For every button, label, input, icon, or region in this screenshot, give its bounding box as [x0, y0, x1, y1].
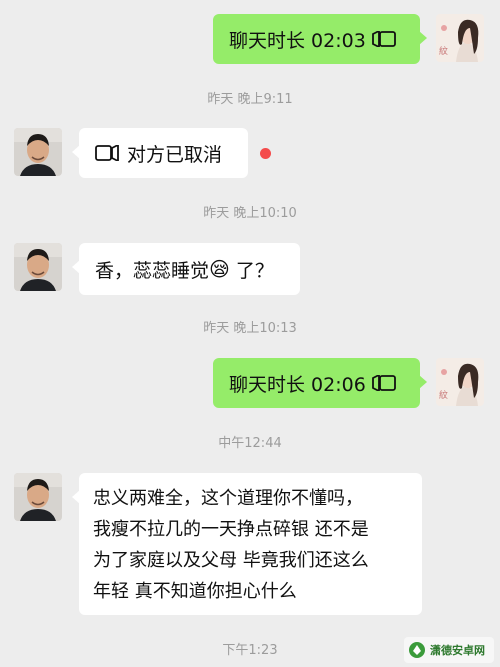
message-text-suffix: 了？	[229, 259, 274, 282]
watermark-logo-icon	[409, 642, 425, 658]
contact-avatar[interactable]	[14, 128, 62, 176]
sent-call-bubble[interactable]: 聊天时长 02:03	[213, 14, 427, 64]
received-call-bubble[interactable]: 对方已取消	[72, 128, 248, 178]
unread-dot	[260, 148, 271, 159]
site-watermark: 潇德安卓网	[404, 637, 494, 663]
received-text-bubble[interactable]: 香，蕊蕊睡觉 😪 了？	[72, 243, 300, 295]
contact-avatar[interactable]	[14, 243, 62, 291]
my-avatar[interactable]: 紋	[436, 358, 484, 406]
received-long-text-bubble[interactable]: 忠义两难全，这个道理你不懂吗， 我瘦不拉几的一天挣点碎银 还不是 为了家庭以及父…	[72, 473, 422, 615]
avatar-caption: 紋	[439, 391, 449, 401]
contact-avatar[interactable]	[14, 473, 62, 521]
video-call-icon	[371, 375, 396, 391]
my-avatar[interactable]: 紋	[436, 14, 484, 62]
message-text: 香，蕊蕊睡觉	[95, 259, 210, 282]
video-call-icon	[95, 145, 119, 161]
call-duration-text: 聊天时长 02:03	[229, 29, 366, 52]
timestamp: 昨天 晚上9:11	[207, 92, 293, 107]
call-cancelled-text: 对方已取消	[127, 143, 223, 166]
message-line: 年轻 真不知道你担心什么	[93, 581, 297, 602]
call-duration-text: 聊天时长 02:06	[229, 373, 366, 396]
message-line: 为了家庭以及父母 毕竟我们还这么	[93, 550, 369, 571]
sent-call-bubble[interactable]: 聊天时长 02:06	[213, 358, 427, 408]
avatar-caption: 紋	[439, 47, 449, 57]
watermark-text: 潇德安卓网	[430, 644, 485, 657]
message-line: 忠义两难全，这个道理你不懂吗，	[93, 488, 363, 509]
message-line: 我瘦不拉几的一天挣点碎银 还不是	[93, 519, 369, 540]
sleepy-emoji-icon: 😪	[209, 257, 230, 281]
timestamp: 中午12:44	[218, 436, 282, 451]
timestamp: 昨天 晚上10:13	[203, 321, 297, 336]
video-call-icon	[371, 31, 396, 47]
timestamp: 昨天 晚上10:10	[203, 206, 297, 221]
